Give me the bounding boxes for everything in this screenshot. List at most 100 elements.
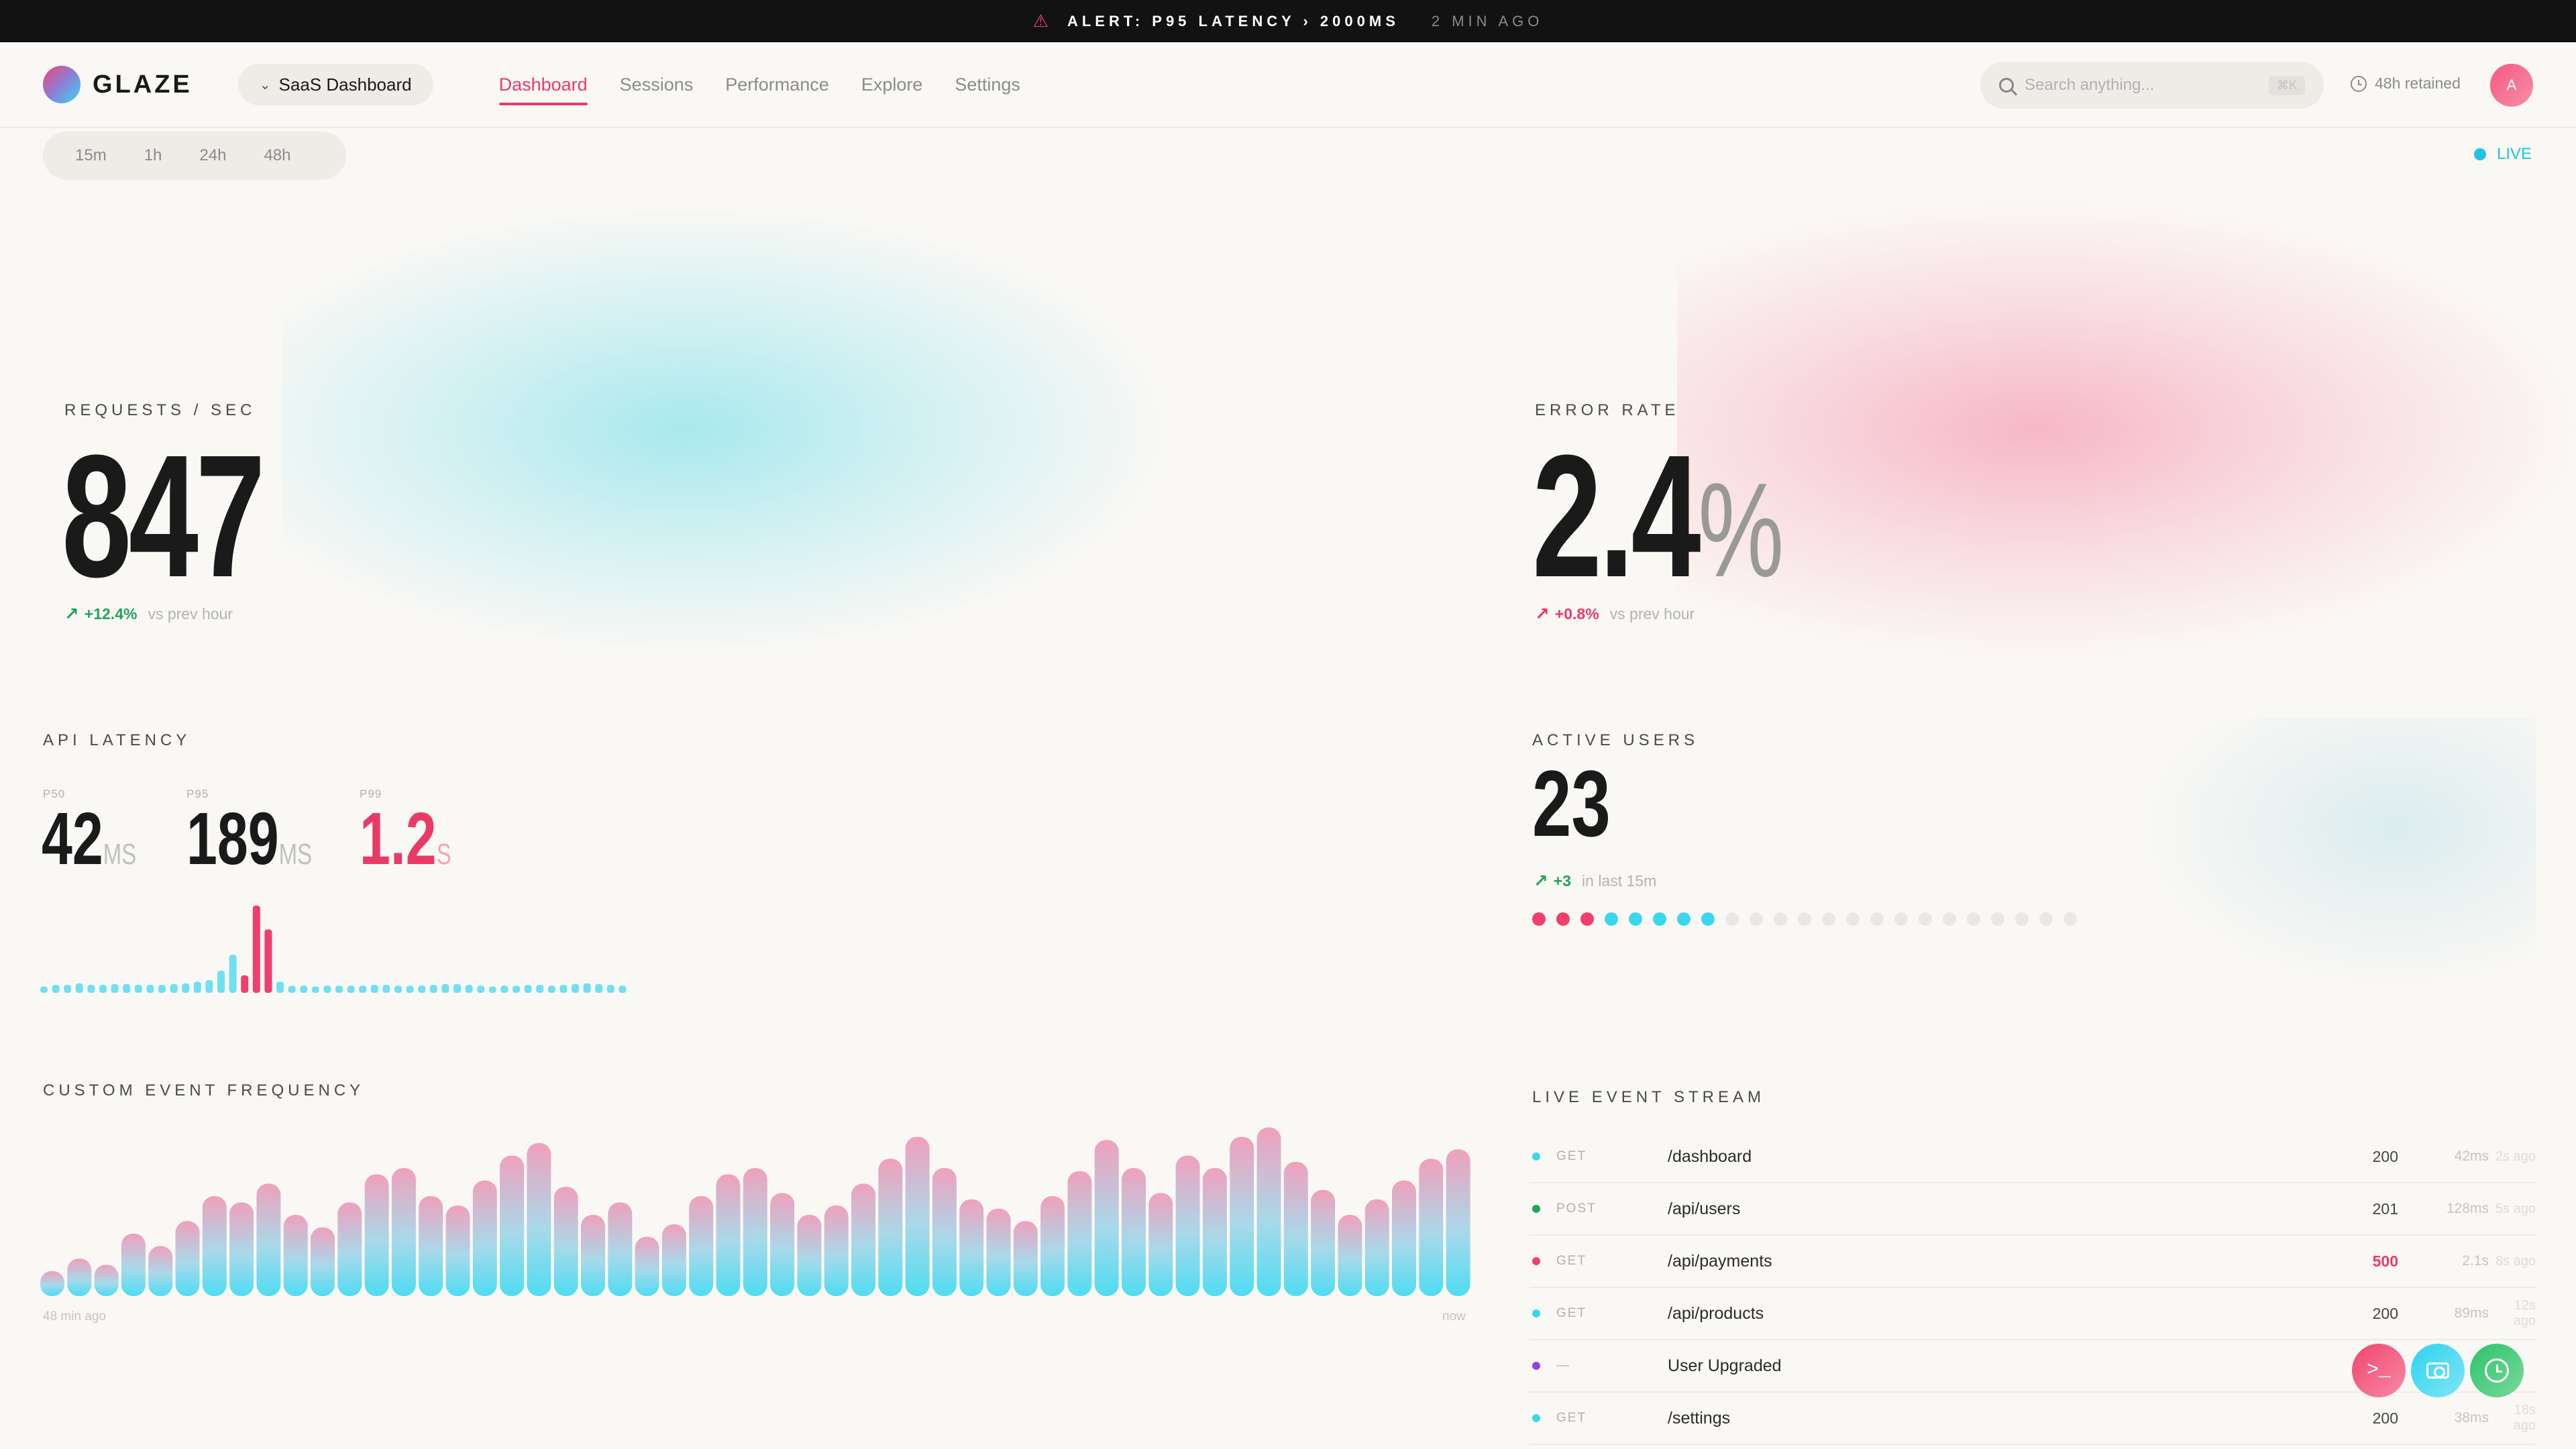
latency-bar [111,984,119,993]
user-dot [1894,912,1908,926]
latency-bar [64,985,72,993]
event-row[interactable]: GET/dashboard 200 42ms 2s ago [1529,1131,2536,1183]
event-frequency-bar [40,1271,64,1296]
event-path: /api/payments [1668,1251,1772,1271]
event-frequency-bar [1067,1171,1092,1296]
event-frequency-bar [500,1155,525,1296]
event-frequency-bar [1283,1161,1308,1296]
event-time-ago: 2s ago [2495,1148,2536,1164]
latency-bar [276,981,284,993]
trend-up-icon: ↗ [1534,871,1548,891]
latency-bar [311,986,319,993]
p50-value: 42MS [42,802,136,876]
event-frequency-bar [1392,1180,1416,1296]
custom-events-label: CUSTOM EVENT FREQUENCY [43,1081,365,1099]
event-method: GET [1556,1149,1587,1163]
user-dot [1580,912,1594,926]
dashboard-select-label: SaaS Dashboard [278,74,412,95]
requests-delta-sub: vs prev hour [148,605,233,623]
event-frequency-bar [824,1205,849,1296]
active-users-label: ACTIVE USERS [1532,731,1699,749]
alert-bar[interactable]: ⚠ ALERT: P95 LATENCY › 2000MS 2 MIN AGO [0,0,2576,42]
events-x-start: 48 min ago [43,1309,107,1324]
latency-bar [406,985,414,993]
clock-icon [2485,1358,2509,1383]
event-status-code: 200 [2372,1147,2398,1165]
nav-performance[interactable]: Performance [725,64,829,105]
latency-bar [370,985,378,993]
latency-bar [382,985,390,993]
user-dot [1822,912,1835,926]
error-rate-delta: ↗ +0.8% vs prev hour [1535,604,1695,625]
active-users-dots [1532,912,2088,926]
latency-bar [536,985,544,993]
range-1h[interactable]: 1h [125,146,181,165]
events-x-end: now [1442,1309,1466,1324]
search-shortcut: ⌘K [2268,75,2305,95]
nav-explore[interactable]: Explore [861,64,923,105]
event-time-ago: 12s ago [2513,1298,2536,1328]
event-frequency-bar [932,1168,957,1296]
event-frequency-bar [661,1224,686,1296]
latency-bar [134,985,142,993]
event-stream-list: GET/dashboard 200 42ms 2s ago POST/api/users… [1529,1131,2536,1445]
main-nav: Dashboard Sessions Performance Explore S… [498,42,1053,127]
search-bar[interactable]: ⌘K [1980,62,2324,109]
user-dot [1605,912,1618,926]
p50-unit: MS [103,838,137,871]
status-dot-icon [1532,1414,1540,1422]
latency-bar [500,985,508,993]
latency-bar [547,985,555,993]
event-frequency-bar [472,1180,497,1296]
user-dot [1629,912,1642,926]
event-frequency-bar [1230,1136,1254,1296]
history-button[interactable] [2470,1344,2524,1397]
status-dot-icon [1532,1362,1540,1370]
range-24h[interactable]: 24h [180,146,245,165]
latency-bar [335,985,343,993]
logo-text: GLAZE [93,70,193,99]
range-48h[interactable]: 48h [245,146,309,165]
event-frequency-bar [743,1168,767,1296]
dashboard-select[interactable]: ⌄ SaaS Dashboard [237,64,433,105]
user-dot [1701,912,1715,926]
terminal-button[interactable]: >_ [2352,1344,2406,1397]
event-frequency-bar [581,1214,605,1296]
user-dot [1846,912,1860,926]
event-row[interactable]: GET/api/payments 500 2.1s 8s ago [1529,1236,2536,1288]
live-label: LIVE [2497,145,2532,163]
event-row[interactable]: GET/settings 200 38ms 18s ago [1529,1393,2536,1445]
user-dot [1677,912,1690,926]
time-range-selector: 15m 1h 24h 48h [43,131,346,180]
latency-bar [359,985,367,993]
event-row[interactable]: GET/api/products 200 89ms 12s ago [1529,1288,2536,1340]
event-time-ago: 18s ago [2513,1403,2536,1433]
event-duration: 128ms [2446,1201,2489,1216]
latency-bar [347,985,355,993]
event-frequency-bar [1013,1221,1038,1296]
search-icon [1999,78,2014,93]
range-15m[interactable]: 15m [56,146,125,165]
user-dot [1774,912,1787,926]
user-dot [1798,912,1811,926]
search-input[interactable] [2025,76,2269,95]
event-frequency-bar [391,1168,416,1296]
live-dot-icon [2474,148,2486,160]
event-frequency-bar [959,1199,984,1296]
nav-dashboard[interactable]: Dashboard [498,64,588,105]
nav-settings[interactable]: Settings [955,64,1020,105]
event-duration: 42ms [2454,1148,2489,1164]
latency-bar [252,906,260,993]
custom-events-chart [40,1127,1470,1296]
event-frequency-bar [635,1236,659,1296]
avatar[interactable]: A [2490,64,2533,107]
event-path: User Upgraded [1668,1356,1782,1375]
screenshot-button[interactable] [2411,1344,2465,1397]
event-frequency-bar [445,1205,470,1296]
event-row[interactable]: POST/api/users 201 128ms 5s ago [1529,1183,2536,1236]
nav-sessions[interactable]: Sessions [620,64,694,105]
event-frequency-bar [148,1246,173,1296]
latency-bar [264,929,272,993]
event-frequency-bar [311,1227,335,1296]
latency-bar [323,985,331,993]
